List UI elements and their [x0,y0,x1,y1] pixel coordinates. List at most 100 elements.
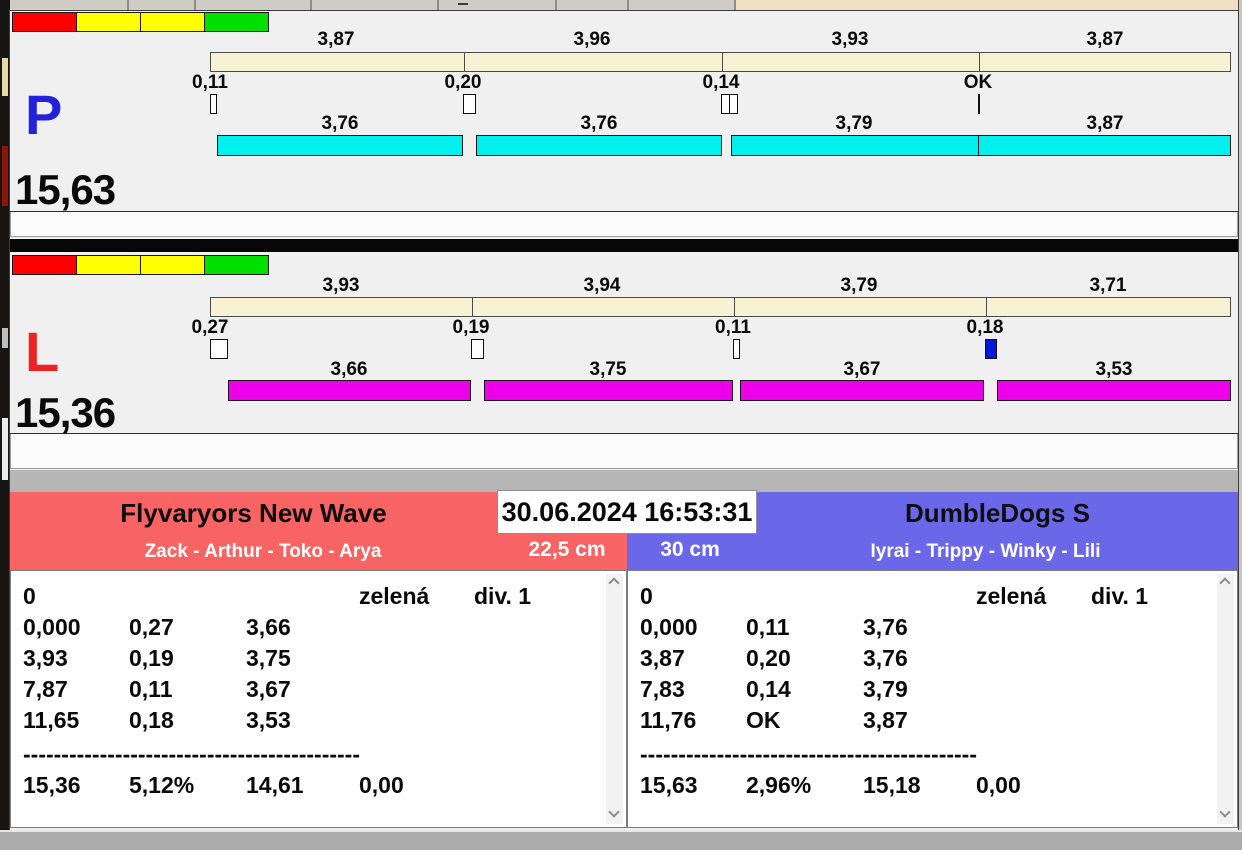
change-marker-box [210,339,228,359]
split-time-label: 3,93 [322,275,360,296]
split-time-bar [210,297,1231,317]
split-time-label: 3,79 [840,275,878,296]
split-cell: 3,79 [863,676,908,702]
run-time-label: 3,66 [330,359,368,380]
chevron-down-icon [608,806,620,818]
split-cell: OK [746,707,781,733]
traffic-light-1 [76,12,141,32]
change-time-label: 0,18 [966,317,1004,338]
change-time-label: OK [963,72,993,93]
split-cell: 3,76 [863,645,908,671]
result-row-split: 0,000 0,11 3,76 [628,614,1237,640]
dog-names: Zack - Arthur - Toko - Arya [144,541,382,562]
run-time-label: 3,53 [1095,359,1133,380]
empty-status-row [10,434,1238,469]
split-cell: 11,76 [640,707,697,733]
result-row-totals: 15,63 2,96% 15,18 0,00 [628,772,1237,798]
split-time-label: 3,93 [831,29,869,50]
traffic-light-0 [12,255,77,275]
screen: P 15,63 3,87 0,11 3,76 3,96 0,20 3,76 3,93 0,14 3,… [0,0,1242,850]
split-cell: 3,67 [246,676,291,702]
result-row-totals: 15,36 5,12% 14,61 0,00 [11,772,626,798]
change-time-label: 0,14 [702,72,740,93]
split-cell: 0,14 [746,676,791,702]
traffic-light-3 [204,255,269,275]
run-time-label: 3,76 [580,113,618,134]
header-gap [10,470,1238,492]
traffic-light-3 [204,12,269,32]
dog-run-bar [217,135,463,156]
background-window-fragment [2,418,8,480]
background-window-fragment [2,328,8,348]
split-time-label: 3,87 [1086,29,1124,50]
status-strip [0,830,1242,850]
dog-run-bar [731,135,979,156]
lane-total-time: 15,63 [15,166,116,213]
total-cell: 15,18 [863,772,921,798]
run-time-label: 3,76 [321,113,359,134]
traffic-light-0 [12,12,77,32]
team-panel-left: Flyvaryors New Wave Zack - Arthur - Toko… [10,492,627,828]
split-cell: 3,53 [246,707,291,733]
dog-run-bar [740,380,984,401]
scrollbar[interactable] [606,574,623,824]
total-cell: 0,00 [976,772,1021,798]
scrollbar[interactable] [1217,574,1234,824]
lane-panel-P: P 15,63 3,87 0,11 3,76 3,96 0,20 3,76 3,93 0,14 3,… [10,11,1238,238]
start-value: 0 [23,583,36,609]
team-name: Flyvaryors New Wave [120,498,387,528]
team-name: DumbleDogs S [905,498,1090,528]
chevron-down-icon [1219,806,1231,818]
scroll-up-button[interactable] [606,574,623,591]
split-bar-divider [734,298,735,316]
separator-line: ----------------------------------------… [23,741,361,767]
split-bar-divider [979,53,980,71]
split-cell: 7,87 [23,676,68,702]
split-cell: 3,87 [640,645,685,671]
scroll-down-button[interactable] [1217,806,1234,824]
total-cell: 15,36 [23,772,81,798]
lane-divider [10,239,1238,252]
split-cell: 11,65 [23,707,80,733]
split-cell: 0,000 [23,614,81,640]
result-row-split: 3,87 0,20 3,76 [628,645,1237,671]
total-cell: 0,00 [359,772,404,798]
change-marker-box [985,339,997,359]
traffic-light-1 [76,255,141,275]
result-row-split: 3,93 0,19 3,75 [11,645,626,671]
split-cell: 3,87 [863,707,908,733]
split-cell: 7,83 [640,676,685,702]
chevron-up-icon [608,577,620,589]
split-cell: 0,27 [129,614,174,640]
change-time-label: 0,27 [191,317,229,338]
split-cell: 3,76 [863,614,908,640]
split-bar-divider [472,298,473,316]
light-status: zelená [976,583,1047,609]
run-time-label: 3,67 [843,359,881,380]
split-cell: 3,93 [23,645,68,671]
split-cell: 0,18 [129,707,174,733]
result-row-split: 11,65 0,18 3,53 [11,707,626,733]
lane-total-time: 15,36 [15,389,116,436]
total-cell: 5,12% [129,772,195,798]
change-marker-box [471,339,484,359]
scroll-down-button[interactable] [606,806,623,824]
split-bar-divider [722,53,723,71]
split-bar-divider [464,53,465,71]
split-cell: 0,000 [640,614,698,640]
lane-chart-area: L 15,36 3,93 0,27 3,66 3,94 0,19 3,75 3,79 0,11 3,… [10,252,1238,434]
start-value: 0 [640,583,653,609]
split-cell: 3,66 [246,614,291,640]
background-window-fragment [2,58,8,96]
dog-run-bar [484,380,733,401]
scroll-up-button[interactable] [1217,574,1234,591]
result-row-status: 0 zelená div. 1 [628,583,1237,609]
total-cell: 2,96% [746,772,812,798]
split-time-label: 3,71 [1089,275,1127,296]
change-marker-box [729,94,738,114]
timestamp: 30.06.2024 16:53:31 [497,490,757,534]
division-label: div. 1 [474,583,532,609]
traffic-light-2 [140,12,205,32]
split-cell: 0,20 [746,645,791,671]
jump-height-label: 30 cm [660,538,720,561]
